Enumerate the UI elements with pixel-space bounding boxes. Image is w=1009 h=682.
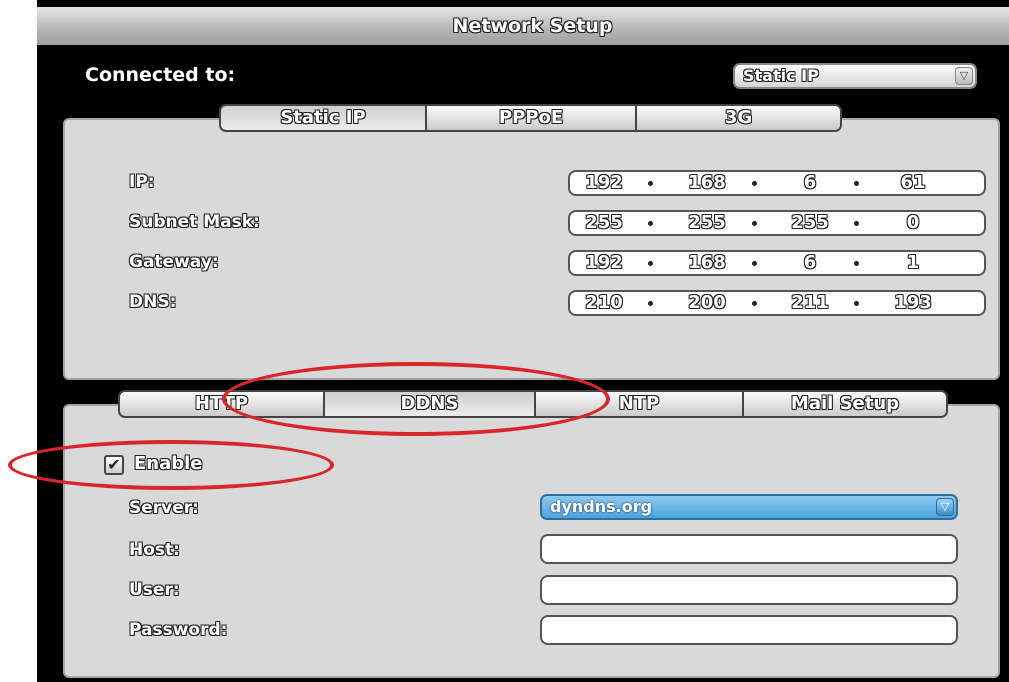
connection-type-dropdown[interactable]: Static IP ▽ xyxy=(733,63,977,89)
enable-checkbox[interactable]: ✔ xyxy=(104,455,124,475)
server-value: dyndns.org xyxy=(550,497,653,516)
connection-tabs: Static IP PPPoE 3G xyxy=(219,104,842,132)
ip-octet-input[interactable]: 6 xyxy=(785,172,835,194)
tab-pppoe[interactable]: PPPoE xyxy=(425,104,635,132)
tab-mail-setup[interactable]: Mail Setup xyxy=(742,390,948,418)
ip-octet-input[interactable]: 193 xyxy=(888,292,938,314)
ip-octet-input[interactable]: 168 xyxy=(682,252,732,274)
connection-type-value: Static IP xyxy=(743,66,819,85)
window-title: Network Setup xyxy=(37,7,1009,45)
ip-address-field[interactable]: 255 255 255 0 xyxy=(568,210,986,236)
octet-separator xyxy=(752,261,757,266)
ip-octet-input[interactable]: 200 xyxy=(682,292,732,314)
tab-http[interactable]: HTTP xyxy=(118,390,323,418)
password-label: Password: xyxy=(129,620,228,640)
ip-octet-input[interactable]: 1 xyxy=(888,252,938,274)
ip-octet-input[interactable]: 255 xyxy=(579,212,629,234)
tab-static-ip[interactable]: Static IP xyxy=(219,104,425,132)
user-label: User: xyxy=(129,580,180,600)
server-dropdown[interactable]: dyndns.org ▽ xyxy=(540,494,958,520)
octet-separator xyxy=(752,221,757,226)
ip-row-label: Subnet Mask: xyxy=(129,212,260,232)
user-input[interactable] xyxy=(540,575,958,605)
octet-separator xyxy=(648,261,653,266)
ip-row-label: Gateway: xyxy=(129,252,219,272)
ip-octet-input[interactable]: 192 xyxy=(579,172,629,194)
service-tabs: HTTP DDNS NTP Mail Setup xyxy=(118,390,948,418)
ip-octet-input[interactable]: 0 xyxy=(888,212,938,234)
octet-separator xyxy=(648,301,653,306)
ip-address-field[interactable]: 210 200 211 193 xyxy=(568,290,986,316)
ip-octet-input[interactable]: 192 xyxy=(579,252,629,274)
octet-separator xyxy=(854,181,859,186)
octet-separator xyxy=(854,301,859,306)
password-input[interactable] xyxy=(540,615,958,645)
chevron-down-icon[interactable]: ▽ xyxy=(955,67,973,85)
tab-ntp[interactable]: NTP xyxy=(534,390,742,418)
checkmark-icon: ✔ xyxy=(107,455,121,474)
ip-octet-input[interactable]: 255 xyxy=(682,212,732,234)
connected-to-label: Connected to: xyxy=(85,64,236,86)
ip-octet-input[interactable]: 210 xyxy=(579,292,629,314)
ip-octet-input[interactable]: 168 xyxy=(682,172,732,194)
ip-row-label: IP: xyxy=(129,172,155,192)
static-ip-panel: IP: 192 168 6 61 Subnet Mask: 255 255 255 0 Gatewa… xyxy=(63,118,1000,380)
octet-separator xyxy=(752,181,757,186)
network-setup-window: Network Setup Connected to: Static IP ▽ … xyxy=(37,0,1009,682)
ip-address-field[interactable]: 192 168 6 1 xyxy=(568,250,986,276)
octet-separator xyxy=(854,261,859,266)
octet-separator xyxy=(854,221,859,226)
ip-octet-input[interactable]: 6 xyxy=(785,252,835,274)
host-input[interactable] xyxy=(540,534,958,564)
enable-label: Enable xyxy=(134,453,203,474)
chevron-down-icon[interactable]: ▽ xyxy=(936,498,954,516)
tab-ddns[interactable]: DDNS xyxy=(323,390,534,418)
octet-separator xyxy=(752,301,757,306)
ip-octet-input[interactable]: 211 xyxy=(785,292,835,314)
octet-separator xyxy=(648,181,653,186)
ip-row-label: DNS: xyxy=(129,292,177,312)
ip-address-field[interactable]: 192 168 6 61 xyxy=(568,170,986,196)
host-label: Host: xyxy=(129,540,180,560)
ip-octet-input[interactable]: 255 xyxy=(785,212,835,234)
ip-octet-input[interactable]: 61 xyxy=(888,172,938,194)
tab-3g[interactable]: 3G xyxy=(635,104,842,132)
octet-separator xyxy=(648,221,653,226)
server-label: Server: xyxy=(129,498,199,518)
